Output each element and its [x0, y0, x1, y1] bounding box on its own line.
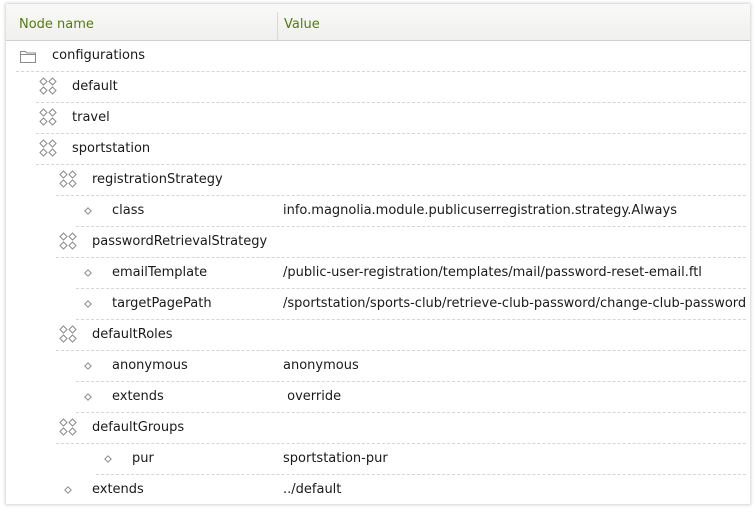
- property-icon: [84, 300, 92, 308]
- property-icon: [84, 269, 92, 277]
- column-header-node-name[interactable]: Node name: [19, 4, 94, 40]
- node-name: class: [112, 203, 145, 218]
- content-node-icon: [59, 170, 77, 188]
- tree-row-email-template[interactable]: emailTemplate /public-user-registration/…: [6, 258, 750, 289]
- table-header: Node name Value: [6, 4, 750, 41]
- tree-row-default-groups[interactable]: defaultGroups: [6, 413, 750, 444]
- tree-rows: configurations default travel sportstati…: [6, 41, 750, 506]
- column-header-value[interactable]: Value: [284, 4, 320, 40]
- node-name: registrationStrategy: [92, 172, 223, 187]
- node-name: extends: [92, 482, 144, 497]
- tree-row-target-page-path[interactable]: targetPagePath /sportstation/sports-club…: [6, 289, 750, 320]
- content-node-icon: [39, 108, 57, 126]
- property-icon: [64, 486, 72, 494]
- tree-row-default-roles[interactable]: defaultRoles: [6, 320, 750, 351]
- node-name: extends: [112, 389, 164, 404]
- tree-row-extends[interactable]: extends ../default: [6, 475, 750, 506]
- node-value[interactable]: override: [283, 382, 341, 412]
- tree-row-default[interactable]: default: [6, 72, 750, 103]
- node-name: sportstation: [72, 141, 151, 156]
- property-icon: [84, 362, 92, 370]
- content-node-icon: [59, 418, 77, 436]
- node-value[interactable]: /public-user-registration/templates/mail…: [283, 258, 702, 288]
- tree-row-anonymous[interactable]: anonymous anonymous: [6, 351, 750, 382]
- node-name: travel: [72, 110, 110, 125]
- tree-row-configurations[interactable]: configurations: [6, 41, 750, 72]
- node-name: configurations: [52, 48, 146, 63]
- node-name: default: [72, 79, 118, 94]
- content-node-icon: [59, 325, 77, 343]
- node-name: defaultGroups: [92, 420, 185, 435]
- node-value[interactable]: /sportstation/sports-club/retrieve-club-…: [283, 289, 746, 319]
- content-node-icon: [39, 77, 57, 95]
- node-value[interactable]: info.magnolia.module.publicuserregistrat…: [283, 196, 677, 226]
- node-name: passwordRetrievalStrategy: [92, 234, 268, 249]
- property-icon: [84, 207, 92, 215]
- node-value[interactable]: sportstation-pur: [283, 444, 388, 474]
- tree-row-password-retrieval-strategy[interactable]: passwordRetrievalStrategy: [6, 227, 750, 258]
- node-value[interactable]: ../default: [283, 475, 341, 505]
- tree-row-extends-roles[interactable]: extends override: [6, 382, 750, 413]
- node-value[interactable]: anonymous: [283, 351, 359, 381]
- folder-icon[interactable]: [20, 50, 36, 63]
- node-name: defaultRoles: [92, 327, 173, 342]
- tree-row-pur[interactable]: pur sportstation-pur: [6, 444, 750, 475]
- configuration-tree-panel: Node name Value configurations default t…: [6, 4, 750, 504]
- property-icon: [84, 393, 92, 401]
- node-name: anonymous: [112, 358, 188, 373]
- node-name: emailTemplate: [112, 265, 208, 280]
- content-node-icon: [39, 139, 57, 157]
- node-name: pur: [132, 451, 154, 466]
- tree-row-class[interactable]: class info.magnolia.module.publicuserreg…: [6, 196, 750, 227]
- tree-row-sportstation[interactable]: sportstation: [6, 134, 750, 165]
- content-node-icon: [59, 232, 77, 250]
- node-name: targetPagePath: [112, 296, 212, 311]
- tree-row-travel[interactable]: travel: [6, 103, 750, 134]
- tree-row-registration-strategy[interactable]: registrationStrategy: [6, 165, 750, 196]
- property-icon: [104, 455, 112, 463]
- column-divider[interactable]: [277, 12, 278, 40]
